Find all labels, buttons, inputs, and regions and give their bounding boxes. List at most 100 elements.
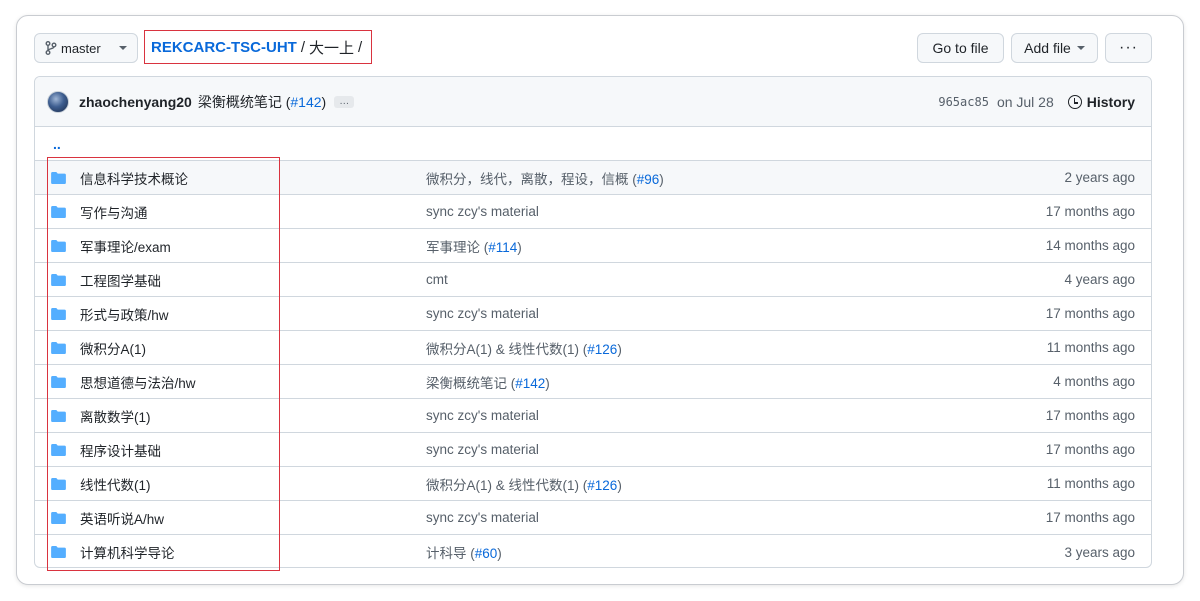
commit-author[interactable]: zhaochenyang20 — [79, 94, 192, 110]
file-row[interactable]: 英语听说A/hw sync zcy's material 17 months ago — [35, 501, 1151, 535]
commit-meta: 965ac85 on Jul 28 History — [938, 77, 1135, 127]
file-commit-message[interactable]: 梁衡概统笔记 (#142) — [426, 372, 550, 392]
file-row[interactable]: 微积分A(1) 微积分A(1) & 线性代数(1) (#126) 11 months… — [35, 331, 1151, 365]
history-button[interactable]: History — [1067, 94, 1135, 110]
file-name-link[interactable]: 离散数学(1) — [80, 406, 151, 426]
file-commit-age: 3 years ago — [1064, 544, 1135, 560]
file-name-link[interactable]: 程序设计基础 — [80, 440, 161, 460]
file-name-link[interactable]: 英语听说A/hw — [80, 508, 164, 528]
file-commit-message[interactable]: 微积分A(1) & 线性代数(1) (#126) — [426, 474, 622, 494]
folder-icon — [51, 546, 66, 558]
file-row[interactable]: 写作与沟通 sync zcy's material 17 months ago — [35, 195, 1151, 229]
file-commit-message[interactable]: 微积分，线代，离散，程设，信概 (#96) — [426, 168, 664, 188]
go-to-file-button[interactable]: Go to file — [917, 33, 1004, 63]
more-options-button[interactable]: ··· — [1105, 33, 1152, 63]
file-commit-pr-link[interactable]: #126 — [587, 342, 617, 357]
file-commit-age: 17 months ago — [1045, 510, 1135, 525]
file-commit-pr-link[interactable]: #126 — [587, 478, 617, 493]
file-commit-age: 17 months ago — [1045, 204, 1135, 219]
parent-directory-link[interactable]: .. — [53, 136, 61, 152]
file-name-link[interactable]: 军事理论/exam — [80, 236, 171, 256]
file-commit-pr-link[interactable]: #96 — [637, 172, 660, 187]
file-commit-age: 17 months ago — [1045, 306, 1135, 321]
add-file-label: Add file — [1024, 40, 1071, 56]
latest-commit-bar: zhaochenyang20 梁衡概统笔记 (#142) … 965ac85 o… — [35, 77, 1151, 127]
file-commit-text: sync zcy's material — [426, 510, 539, 525]
file-row[interactable]: 工程图学基础 cmt 4 years ago — [35, 263, 1151, 297]
file-commit-age: 11 months ago — [1046, 340, 1135, 355]
file-commit-message[interactable]: sync zcy's material — [426, 408, 539, 423]
chevron-down-icon — [119, 46, 127, 50]
file-commit-age: 17 months ago — [1045, 442, 1135, 457]
file-commit-pr-link[interactable]: #114 — [488, 240, 517, 255]
file-row[interactable]: 思想道德与法治/hw 梁衡概统笔记 (#142) 4 months ago — [35, 365, 1151, 399]
file-name-link[interactable]: 信息科学技术概论 — [80, 168, 188, 188]
file-commit-message[interactable]: sync zcy's material — [426, 204, 539, 219]
file-commit-text: 梁衡概统笔记 — [426, 375, 507, 391]
kebab-icon: ··· — [1119, 39, 1138, 56]
add-file-button[interactable]: Add file — [1011, 33, 1098, 63]
breadcrumb-separator: / — [300, 38, 305, 56]
commit-message[interactable]: 梁衡概统笔记 (#142) — [198, 92, 326, 112]
file-row[interactable]: 计算机科学导论 计科导 (#60) 3 years ago — [35, 535, 1151, 567]
file-commit-age: 11 months ago — [1046, 476, 1135, 491]
branch-select-button[interactable]: master — [34, 33, 138, 63]
file-row[interactable]: 离散数学(1) sync zcy's material 17 months ago — [35, 399, 1151, 433]
folder-icon — [51, 410, 66, 422]
file-commit-age: 14 months ago — [1045, 238, 1135, 253]
file-name-link[interactable]: 工程图学基础 — [80, 270, 161, 290]
commit-sha[interactable]: 965ac85 — [938, 95, 989, 109]
file-commit-text: sync zcy's material — [426, 442, 539, 457]
file-name-link[interactable]: 微积分A(1) — [80, 338, 146, 358]
breadcrumb-current-dir: 大一上 — [309, 39, 355, 57]
commit-pr-link[interactable]: #142 — [290, 94, 321, 110]
go-to-file-label: Go to file — [932, 40, 989, 56]
branch-label: master — [61, 40, 101, 56]
file-name-link[interactable]: 线性代数(1) — [80, 474, 151, 494]
file-commit-text: cmt — [426, 272, 448, 287]
folder-icon — [51, 172, 66, 184]
file-commit-age: 2 years ago — [1064, 170, 1135, 185]
parent-directory-row[interactable]: .. — [35, 127, 1151, 161]
file-commit-message[interactable]: cmt — [426, 272, 448, 287]
file-commit-text: 微积分A(1) & 线性代数(1) — [426, 341, 580, 357]
file-commit-message[interactable]: sync zcy's material — [426, 510, 539, 525]
file-commit-age: 4 months ago — [1053, 374, 1135, 389]
breadcrumb-repo-link[interactable]: REKCARC-TSC-UHT — [151, 39, 297, 56]
history-icon — [1067, 95, 1082, 109]
git-branch-icon — [45, 41, 57, 55]
breadcrumb: REKCARC-TSC-UHT / 大一上 / — [144, 30, 372, 64]
file-commit-message[interactable]: 计科导 (#60) — [426, 542, 502, 562]
file-name-link[interactable]: 思想道德与法治/hw — [80, 372, 196, 392]
file-commit-text: 军事理论 — [426, 239, 480, 255]
folder-icon — [51, 376, 66, 388]
expand-commit-button[interactable]: … — [334, 95, 355, 108]
file-row[interactable]: 信息科学技术概论 微积分，线代，离散，程设，信概 (#96) 2 years ago — [35, 161, 1151, 195]
folder-icon — [51, 274, 66, 286]
file-commit-message[interactable]: sync zcy's material — [426, 442, 539, 457]
folder-icon — [51, 206, 66, 218]
file-commit-text: sync zcy's material — [426, 408, 539, 423]
file-commit-message[interactable]: sync zcy's material — [426, 306, 539, 321]
file-commit-pr-link[interactable]: #142 — [515, 376, 545, 391]
commit-date: on Jul 28 — [996, 94, 1054, 110]
file-row[interactable]: 程序设计基础 sync zcy's material 17 months ago — [35, 433, 1151, 467]
folder-icon — [51, 308, 66, 320]
file-commit-message[interactable]: 微积分A(1) & 线性代数(1) (#126) — [426, 338, 622, 358]
toolbar: master REKCARC-TSC-UHT / 大一上 / Go to fil… — [34, 30, 1152, 64]
file-commit-text: 微积分，线代，离散，程设，信概 — [426, 171, 629, 187]
chevron-down-icon — [1076, 46, 1085, 50]
file-name-link[interactable]: 写作与沟通 — [80, 202, 148, 222]
file-commit-age: 17 months ago — [1045, 408, 1135, 423]
file-row[interactable]: 军事理论/exam 军事理论 (#114) 14 months ago — [35, 229, 1151, 263]
file-row[interactable]: 形式与政策/hw sync zcy's material 17 months ago — [35, 297, 1151, 331]
file-name-link[interactable]: 计算机科学导论 — [80, 542, 175, 562]
file-list: zhaochenyang20 梁衡概统笔记 (#142) … 965ac85 o… — [34, 76, 1152, 568]
file-name-link[interactable]: 形式与政策/hw — [80, 304, 169, 324]
file-commit-message[interactable]: 军事理论 (#114) — [426, 236, 522, 256]
file-row[interactable]: 线性代数(1) 微积分A(1) & 线性代数(1) (#126) 11 months… — [35, 467, 1151, 501]
file-commit-pr-link[interactable]: #60 — [475, 546, 498, 561]
file-commit-text: sync zcy's material — [426, 306, 539, 321]
avatar[interactable] — [47, 90, 69, 113]
file-commit-age: 4 years ago — [1064, 272, 1135, 287]
